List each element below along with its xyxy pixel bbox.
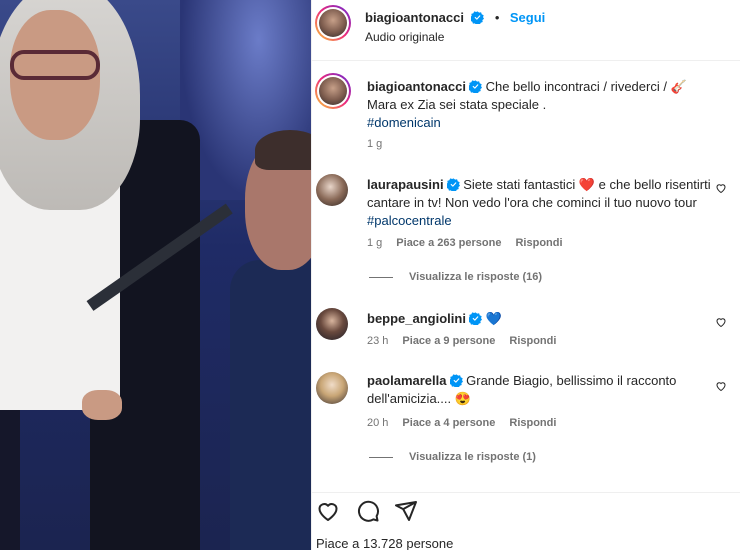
- comment-text: paolamarella Grande Biagio, bellissimo i…: [367, 372, 727, 408]
- audio-label[interactable]: Audio originale: [365, 30, 444, 44]
- small-heart-icon[interactable]: [715, 182, 727, 194]
- comment-icon[interactable]: [356, 499, 380, 523]
- comment-likes[interactable]: Piace a 263 persone: [396, 237, 501, 249]
- comment-time[interactable]: 1 g: [367, 237, 382, 249]
- caption-username[interactable]: biagioantonacci: [367, 79, 466, 94]
- caption-text: biagioantonacci Che bello incontraci / r…: [367, 78, 727, 132]
- comment-meta: 1 g Piace a 263 persone Rispondi: [367, 237, 577, 249]
- video-figure: [82, 390, 122, 420]
- view-replies-label[interactable]: Visualizza le risposte (1): [409, 451, 536, 463]
- replies-divider: [369, 276, 393, 278]
- commenter-avatar[interactable]: [316, 372, 348, 404]
- separator-dot: •: [494, 10, 500, 25]
- view-replies-label[interactable]: Visualizza le risposte (16): [409, 271, 542, 283]
- video-figure: [255, 130, 311, 170]
- blue-heart-icon: 💙: [485, 311, 502, 326]
- post-video[interactable]: [0, 0, 311, 550]
- reply-button[interactable]: Rispondi: [509, 335, 556, 347]
- caption-line2: Mara ex Zia sei stata speciale .: [367, 97, 547, 112]
- commenter-avatar[interactable]: [316, 174, 348, 206]
- reply-button[interactable]: Rispondi: [509, 417, 556, 429]
- comment-likes[interactable]: Piace a 9 persone: [402, 335, 495, 347]
- comment-meta: 23 h Piace a 9 persone Rispondi: [367, 335, 570, 347]
- author-avatar[interactable]: [315, 5, 351, 41]
- commenter-avatar[interactable]: [316, 308, 348, 340]
- caption-line1: Che bello incontraci / rivederci /: [485, 79, 667, 94]
- follow-button[interactable]: Segui: [510, 10, 545, 25]
- caption-meta: 1 g: [367, 138, 396, 150]
- video-figure: [10, 50, 100, 80]
- comment-username[interactable]: paolamarella: [367, 373, 447, 388]
- caption-time[interactable]: 1 g: [367, 138, 382, 150]
- comment-username[interactable]: laurapausini: [367, 177, 444, 192]
- comment-text: beppe_angiolini 💙: [367, 310, 727, 328]
- verified-badge-icon: [468, 80, 482, 93]
- comment-time[interactable]: 23 h: [367, 335, 388, 347]
- caption-hashtag[interactable]: #domenicain: [367, 115, 441, 130]
- caption-avatar[interactable]: [315, 73, 351, 109]
- small-heart-icon[interactable]: [715, 380, 727, 392]
- author-username[interactable]: biagioantonacci: [365, 10, 464, 25]
- post-actions: [312, 492, 740, 526]
- comment-time[interactable]: 20 h: [367, 417, 388, 429]
- heart-icon[interactable]: [316, 499, 340, 523]
- heart-eyes-icon: 😍: [454, 391, 471, 406]
- post-panel: biagioantonacci • Segui Audio originale …: [311, 0, 740, 550]
- guitar-icon: 🎸: [670, 79, 687, 94]
- replies-divider: [369, 456, 393, 458]
- post-header: biagioantonacci • Segui Audio originale: [312, 0, 740, 61]
- comment-text: laurapausini Siete stati fantastici ❤️ e…: [367, 176, 727, 230]
- video-figure: [230, 260, 311, 550]
- verified-badge-icon: [471, 11, 485, 24]
- view-replies-button[interactable]: Visualizza le risposte (16): [369, 271, 542, 283]
- share-icon[interactable]: [394, 499, 418, 523]
- comment-meta: 20 h Piace a 4 persone Rispondi: [367, 417, 570, 429]
- comment-hashtag[interactable]: #palcocentrale: [367, 213, 452, 228]
- comment-username[interactable]: beppe_angiolini: [367, 311, 466, 326]
- verified-badge-icon: [446, 178, 460, 191]
- verified-badge-icon: [449, 374, 463, 387]
- verified-badge-icon: [468, 312, 482, 325]
- reply-button[interactable]: Rispondi: [515, 237, 562, 249]
- comment-likes[interactable]: Piace a 4 persone: [402, 417, 495, 429]
- view-replies-button[interactable]: Visualizza le risposte (1): [369, 451, 536, 463]
- red-heart-icon: ❤️: [578, 177, 596, 192]
- likes-count[interactable]: Piace a 13.728 persone: [316, 536, 453, 550]
- small-heart-icon[interactable]: [715, 316, 727, 328]
- comment-body: Siete stati fantastici: [463, 177, 576, 192]
